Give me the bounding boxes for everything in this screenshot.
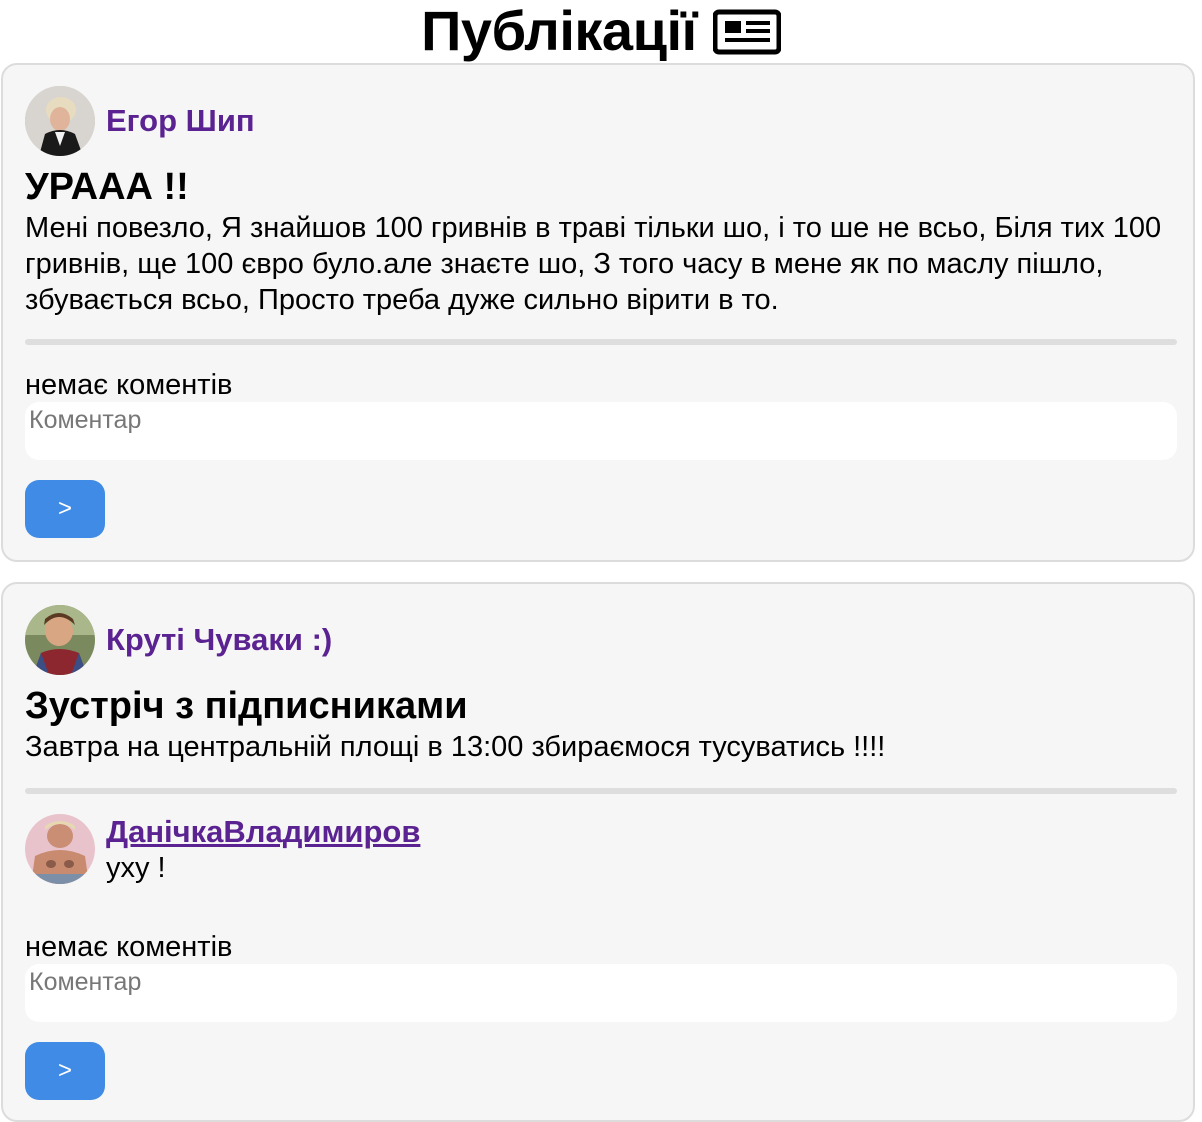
page-header: Публікації — [0, 0, 1202, 62]
post-card: Егор Шип УРААА !! Мені повезло, Я знайшо… — [1, 63, 1195, 562]
avatar[interactable] — [25, 605, 95, 675]
author-name[interactable]: Круті Чуваки :) — [106, 622, 332, 658]
post-author[interactable]: Егор Шип — [25, 86, 255, 156]
post-body: Мені повезло, Я знайшов 100 гривнів в тр… — [25, 212, 1162, 316]
comment-input[interactable] — [25, 964, 1177, 1022]
page-title: Публікації — [421, 0, 697, 62]
comment-item: ДанічкаВладимиров ухy ! — [25, 814, 420, 886]
divider — [25, 339, 1177, 345]
author-name[interactable]: Егор Шип — [106, 103, 255, 139]
comment-text: ухy ! — [106, 852, 166, 884]
post-card: Круті Чуваки :) Зустріч з підписниками З… — [1, 582, 1195, 1122]
post-title: Зустріч з підписниками — [25, 685, 468, 727]
avatar[interactable] — [25, 814, 95, 884]
newspaper-icon — [712, 9, 782, 55]
send-comment-button[interactable]: > — [25, 1042, 105, 1100]
avatar[interactable] — [25, 86, 95, 156]
send-comment-button[interactable]: > — [25, 480, 105, 538]
no-comments-label: немає коментів — [25, 369, 233, 401]
comment-author-link[interactable]: ДанічкаВладимиров — [106, 814, 420, 850]
divider — [25, 788, 1177, 794]
post-title: УРААА !! — [25, 166, 189, 208]
post-body: Завтра на центральній площі в 13:00 збир… — [25, 731, 886, 763]
post-author[interactable]: Круті Чуваки :) — [25, 605, 332, 675]
comment-input[interactable] — [25, 402, 1177, 460]
no-comments-label: немає коментів — [25, 931, 233, 963]
